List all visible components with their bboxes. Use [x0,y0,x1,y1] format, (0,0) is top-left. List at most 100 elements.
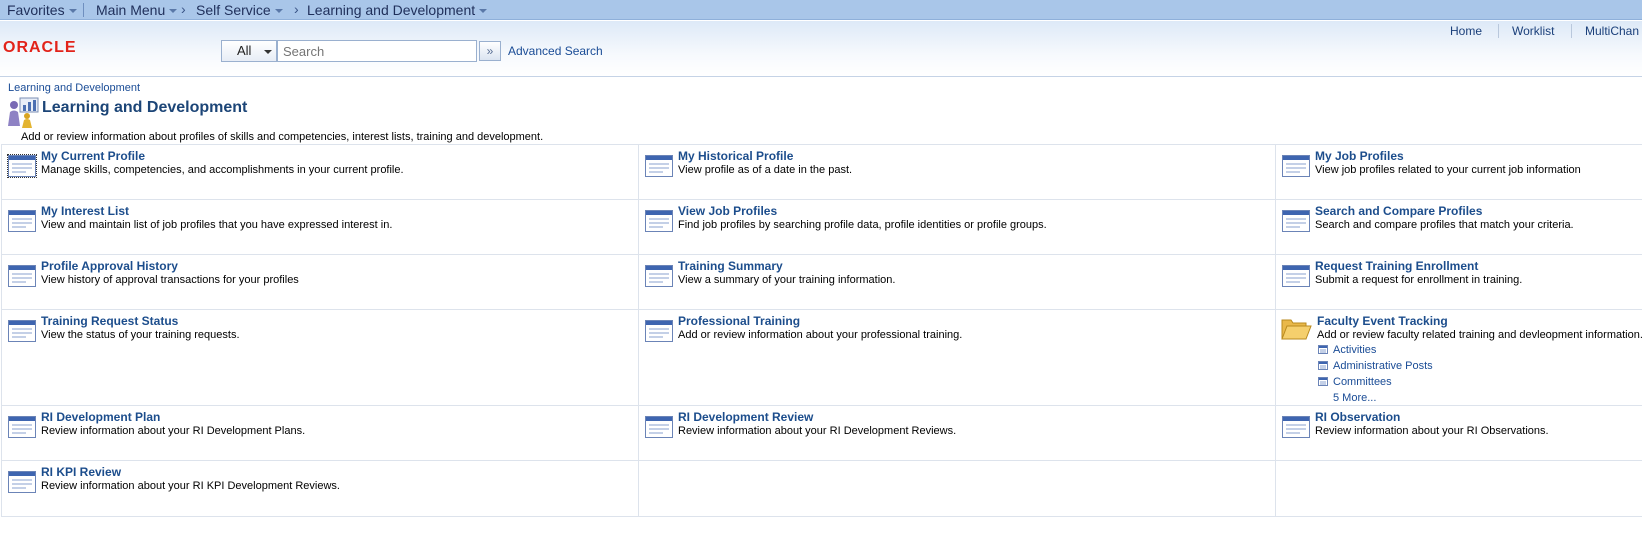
tile-my-current-profile[interactable]: My Current Profile Manage skills, compet… [1,145,638,199]
chevron-down-icon [264,50,272,54]
tile-title[interactable]: Professional Training [678,314,800,328]
tile-title[interactable]: RI Development Review [678,410,813,424]
page-icon [1282,210,1310,232]
page-icon [1318,377,1328,386]
tile-description: View the status of your training request… [41,329,240,341]
empty-cell [1275,461,1642,516]
tile-description: View a summary of your training informat… [678,274,896,286]
learning-development-icon [8,97,39,128]
nav-crumb-self-service[interactable]: Self Service [196,2,283,18]
grid-row: My Current Profile Manage skills, compet… [1,144,1642,199]
header-band: ORACLE All » Advanced Search Home Workli… [0,21,1642,77]
tile-faculty-event-tracking[interactable]: Faculty Event Tracking Add or review fac… [1275,310,1642,405]
page-icon [1282,265,1310,287]
tile-description: Review information about your RI Develop… [41,425,306,437]
grid-row: Profile Approval History View history of… [1,254,1642,309]
grid-bottom-border [1,516,1642,517]
tile-title[interactable]: RI KPI Review [41,465,121,479]
crumb-label: Self Service [196,2,271,18]
tile-title[interactable]: My Job Profiles [1315,149,1404,163]
multichannel-link[interactable]: MultiChan [1585,24,1639,38]
page-icon [8,416,36,438]
tile-title[interactable]: Training Request Status [41,314,178,328]
home-link[interactable]: Home [1450,24,1482,38]
tile-search-compare-profiles[interactable]: Search and Compare Profiles Search and c… [1275,200,1642,254]
header-divider [1571,24,1572,38]
worklist-link[interactable]: Worklist [1512,24,1554,38]
chevron-down-icon [479,9,488,14]
main-menu[interactable]: Main Menu [96,2,178,18]
grid-row: RI KPI Review Review information about y… [1,460,1642,516]
page-icon [645,155,673,177]
tile-description: Review information about your RI Develop… [678,425,957,437]
breadcrumb-separator-icon: › [181,1,186,17]
tile-training-request-status[interactable]: Training Request Status View the status … [1,310,638,405]
sublink-label: Committees [1333,376,1392,388]
page-icon [7,154,37,178]
tile-title[interactable]: Profile Approval History [41,259,178,273]
tile-ri-development-review[interactable]: RI Development Review Review information… [638,406,1275,460]
tile-title[interactable]: Training Summary [678,259,783,273]
nav-crumb-learning-development[interactable]: Learning and Development [307,2,488,18]
search-category-select[interactable]: All [221,40,277,62]
grid-row: RI Development Plan Review information a… [1,405,1642,460]
sublink-committees[interactable]: Committees [1318,376,1392,388]
page-icon [1282,416,1310,438]
page-icon [8,320,36,342]
tile-description: View job profiles related to your curren… [1315,164,1581,176]
page-icon [1318,361,1328,370]
tile-professional-training[interactable]: Professional Training Add or review info… [638,310,1275,405]
tile-title[interactable]: Request Training Enrollment [1315,259,1478,273]
chevron-down-icon [68,9,77,14]
empty-cell [638,461,1275,516]
page-icon [8,265,36,287]
main-menu-label: Main Menu [96,2,166,18]
tile-title[interactable]: RI Development Plan [41,410,160,424]
tile-training-summary[interactable]: Training Summary View a summary of your … [638,255,1275,309]
tile-title[interactable]: My Interest List [41,204,129,218]
tile-my-job-profiles[interactable]: My Job Profiles View job profiles relate… [1275,145,1642,199]
tile-title[interactable]: My Historical Profile [678,149,793,163]
tile-title[interactable]: My Current Profile [41,149,145,163]
page-icon [1282,155,1310,177]
tile-my-interest-list[interactable]: My Interest List View and maintain list … [1,200,638,254]
advanced-search-link[interactable]: Advanced Search [508,44,603,58]
page-icon [8,471,36,493]
crumb-label: Learning and Development [307,2,476,18]
page-icon [8,210,36,232]
page-breadcrumb[interactable]: Learning and Development [8,82,140,94]
tile-title[interactable]: View Job Profiles [678,204,777,218]
favorites-menu[interactable]: Favorites [7,2,77,18]
grid-row: My Interest List View and maintain list … [1,199,1642,254]
oracle-logo: ORACLE [3,39,77,56]
grid-row: Training Request Status View the status … [1,309,1642,405]
tile-my-historical-profile[interactable]: My Historical Profile View profile as of… [638,145,1275,199]
search-category-value: All [237,43,252,58]
tile-ri-kpi-review[interactable]: RI KPI Review Review information about y… [1,461,638,516]
search-go-button[interactable]: » [479,41,501,61]
page-icon [645,210,673,232]
tile-title[interactable]: Search and Compare Profiles [1315,204,1482,218]
tile-description: Add or review faculty related training a… [1317,329,1642,341]
sublink-activities[interactable]: Activities [1318,344,1376,356]
tile-profile-approval-history[interactable]: Profile Approval History View history of… [1,255,638,309]
top-navigation-bar: Favorites Main Menu › Self Service › Lea… [0,0,1642,20]
page-icon [645,416,673,438]
sublink-label: Activities [1333,344,1377,356]
tile-view-job-profiles[interactable]: View Job Profiles Find job profiles by s… [638,200,1275,254]
more-link[interactable]: 5 More... [1333,392,1376,404]
folder-icon [1281,319,1312,340]
tile-ri-development-plan[interactable]: RI Development Plan Review information a… [1,406,638,460]
chevron-down-icon [169,9,178,14]
header-divider [1498,24,1499,38]
tile-title[interactable]: RI Observation [1315,410,1400,424]
chevron-down-icon [274,9,283,14]
tile-description: View profile as of a date in the past. [678,164,853,176]
tile-request-training-enrollment[interactable]: Request Training Enrollment Submit a req… [1275,255,1642,309]
sublink-administrative-posts[interactable]: Administrative Posts [1318,360,1433,372]
tile-ri-observation[interactable]: RI Observation Review information about … [1275,406,1642,460]
page-title: Learning and Development [42,99,248,116]
tile-description: Add or review information about your pro… [678,329,963,341]
search-input[interactable] [277,40,477,62]
tile-title[interactable]: Faculty Event Tracking [1317,314,1448,328]
